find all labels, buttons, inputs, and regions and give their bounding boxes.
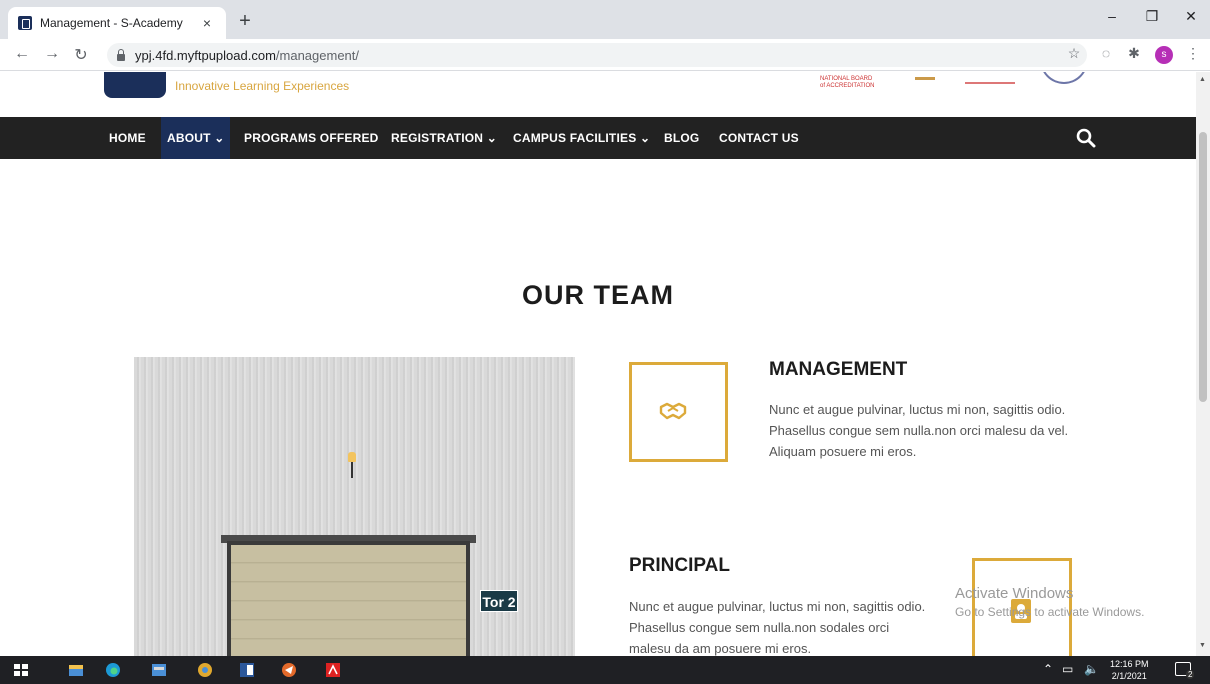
principal-description: Nunc et augue pulvinar, luctus mi non, s… [629, 599, 926, 656]
star-icon[interactable]: ☆ [1064, 45, 1084, 62]
page-viewport: Innovative Learning Experiences NATIONAL… [0, 72, 1196, 656]
door-sign: Tor 2 [480, 590, 518, 612]
management-icon-box [629, 362, 728, 462]
acrobat-reader-icon[interactable] [324, 661, 342, 679]
browser-tab[interactable]: Management - S-Academy × [8, 7, 226, 39]
url-text: ypj.4fd.myftpupload.com/management/ [135, 48, 359, 63]
reload-icon[interactable]: ↻ [71, 45, 91, 65]
tray-chevron-icon[interactable]: ⌃ [1043, 662, 1053, 676]
tab-title: Management - S-Academy [40, 16, 183, 30]
watermark-title: Activate Windows [955, 585, 1074, 602]
file-explorer-icon[interactable] [67, 661, 85, 679]
management-heading: MANAGEMENT [769, 359, 908, 380]
section-title: OUR TEAM [522, 280, 674, 310]
browser-toolbar: ← → ↻ ypj.4fd.myftpupload.com/management… [0, 39, 1210, 71]
file-cabinet-icon[interactable] [150, 661, 168, 679]
back-icon[interactable]: ← [12, 45, 32, 63]
nav-campus-facilities[interactable]: CAMPUS FACILITIES ⌄ [513, 117, 650, 159]
scroll-down-arrow-icon[interactable]: ▼ [1199, 642, 1206, 649]
management-description: Nunc et augue pulvinar, luctus mi non, s… [769, 402, 1069, 459]
windows-start-icon[interactable] [12, 661, 30, 679]
chrome-browser-icon[interactable] [196, 661, 214, 679]
close-window-button[interactable]: ✕ [1176, 8, 1206, 25]
maximize-button[interactable]: ❐ [1137, 8, 1167, 25]
scroll-up-arrow-icon[interactable]: ▲ [1199, 76, 1206, 83]
page-scrollbar[interactable]: ▲ ▼ [1196, 72, 1210, 656]
accreditation-line-2: of ACCREDITATION [820, 83, 875, 89]
new-tab-button[interactable]: + [233, 11, 257, 31]
extension-icon[interactable]: ◌ [1096, 45, 1116, 61]
search-icon[interactable] [1076, 128, 1096, 148]
word-icon[interactable] [238, 661, 256, 679]
academy-logo-mark[interactable] [104, 72, 166, 98]
windows-taskbar: ⌃ ▭ 🔈 12:16 PM 2/1/2021 2 [0, 656, 1210, 684]
url-path: /management/ [275, 47, 360, 63]
lamp-stem-graphic [351, 462, 353, 478]
accreditation-logo: NATIONAL BOARD of ACCREDITATION [820, 76, 874, 90]
lamp-graphic [348, 452, 356, 462]
close-tab-icon[interactable]: × [198, 15, 216, 31]
nav-about[interactable]: ABOUT ⌄ [161, 117, 231, 159]
profile-avatar[interactable]: s [1155, 46, 1173, 64]
scroll-thumb[interactable] [1199, 132, 1207, 402]
edge-browser-icon[interactable] [104, 661, 122, 679]
browser-tab-strip: Management - S-Academy × + – ❐ ✕ [0, 0, 1210, 39]
address-bar[interactable]: ypj.4fd.myftpupload.com/management/ [107, 43, 1087, 67]
logo-tagline: Innovative Learning Experiences [175, 79, 350, 93]
nav-contact-us[interactable]: CONTACT US [719, 117, 799, 159]
watermark-subtitle: Go to Settings to activate Windows. [955, 605, 1145, 619]
forward-icon[interactable]: → [42, 45, 62, 63]
nav-home[interactable]: HOME [109, 117, 146, 159]
notification-count-badge: 2 [1186, 670, 1195, 679]
clock-date: 2/1/2021 [1111, 671, 1147, 681]
clock-time: 12:16 PM [1110, 659, 1149, 669]
accreditation-line-1: NATIONAL BOARD [820, 76, 873, 82]
activate-windows-watermark: Activate Windows Go to Settings to activ… [955, 585, 1144, 619]
handshake-icon [659, 402, 687, 420]
partner-logo [965, 72, 1015, 84]
garage-door-graphic [227, 541, 470, 656]
nav-programs-offered[interactable]: PROGRAMS OFFERED [244, 117, 379, 159]
principal-heading: PRINCIPAL [629, 555, 730, 576]
telegram-icon[interactable] [280, 661, 298, 679]
partner-logo [915, 72, 935, 80]
minimize-button[interactable]: – [1097, 8, 1127, 24]
nav-registration[interactable]: REGISTRATION ⌄ [391, 117, 497, 159]
puzzle-icon[interactable]: ✱ [1124, 45, 1144, 62]
main-navigation: HOME ABOUT ⌄ PROGRAMS OFFERED REGISTRATI… [0, 117, 1196, 159]
university-seal-logo [1040, 72, 1088, 84]
url-host: ypj.4fd.myftpupload.com [135, 47, 276, 63]
volume-icon[interactable]: 🔈 [1084, 662, 1099, 676]
nav-blog[interactable]: BLOG [664, 117, 699, 159]
warehouse-door-image: Tor 2 [134, 357, 575, 656]
taskbar-clock[interactable]: 12:16 PM 2/1/2021 [1110, 658, 1149, 682]
network-icon[interactable]: ▭ [1062, 662, 1073, 676]
site-favicon-icon [18, 16, 32, 30]
menu-icon[interactable]: ⋮ [1183, 45, 1203, 62]
lock-icon [117, 48, 125, 61]
